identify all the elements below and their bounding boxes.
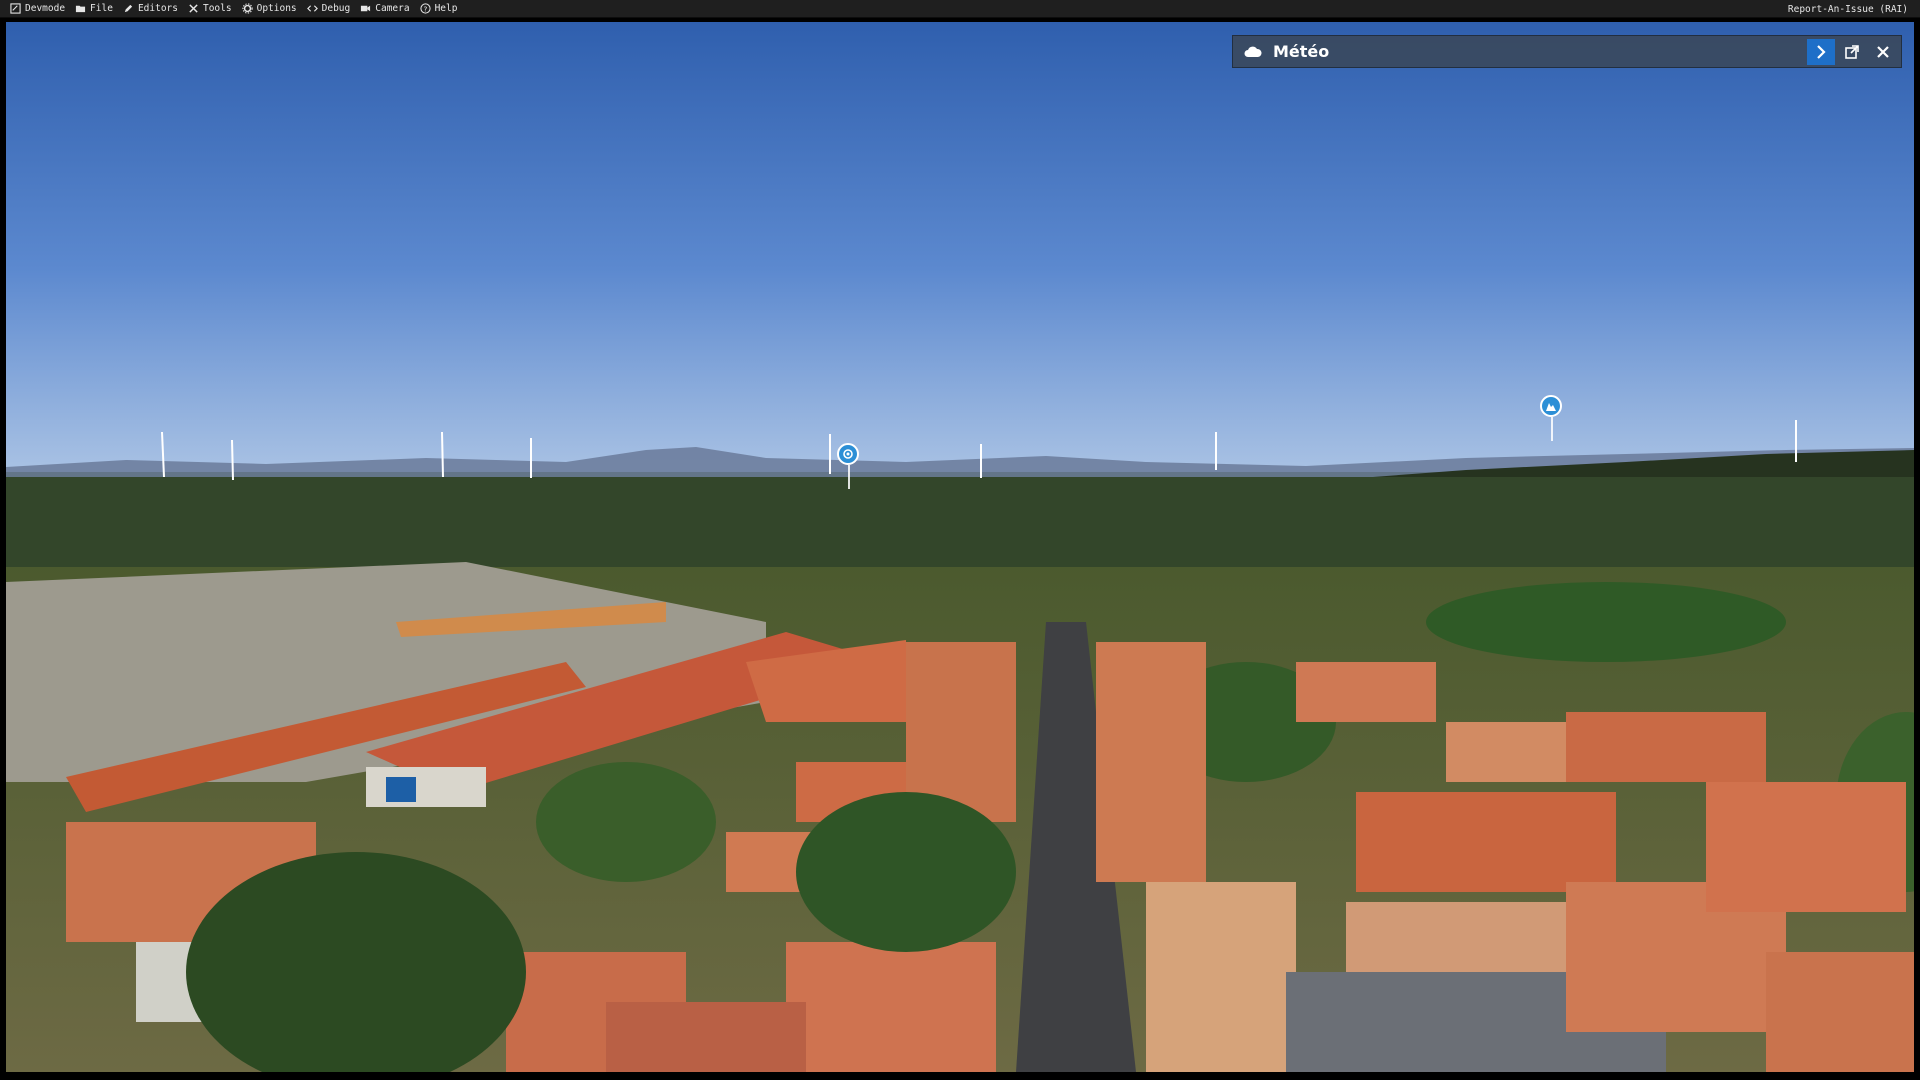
warehouse-wall [366,767,486,807]
dev-menu-bar: Devmode File Editors Tools Options Debug [0,0,1920,18]
landmark-poi-icon[interactable] [1540,395,1562,441]
gear-icon [241,3,253,14]
devmode-icon [10,3,21,14]
menu-editors[interactable]: Editors [119,0,184,18]
folder-icon [75,3,86,14]
menu-camera-label: Camera [375,3,410,14]
chevron-right-icon [1815,45,1827,59]
target-poi-icon[interactable] [837,443,859,489]
code-icon [306,3,318,14]
menu-camera[interactable]: Camera [356,0,415,18]
menu-file-label: File [90,3,113,14]
external-window-icon [1845,45,1859,59]
menu-help[interactable]: ? Help [416,0,464,18]
menu-help-label: Help [434,3,458,14]
svg-text:?: ? [423,4,427,13]
menu-devmode-label: Devmode [25,3,66,14]
expand-button[interactable] [1807,39,1835,65]
aerial-scene [6,22,1914,1072]
menu-file[interactable]: File [71,0,119,18]
close-button[interactable] [1869,39,1897,65]
weather-panel: Météo [1232,35,1902,68]
sky [6,22,1914,472]
menu-debug[interactable]: Debug [303,0,357,18]
menu-editors-label: Editors [137,3,178,14]
forest-band [6,477,1914,567]
popout-button[interactable] [1838,39,1866,65]
help-icon: ? [419,3,431,14]
menu-options[interactable]: Options [238,0,303,18]
camera-icon [360,3,371,14]
report-issue-link[interactable]: Report-An-Issue (RAI) [1788,0,1908,18]
menu-tools-label: Tools [202,3,232,14]
tools-icon [188,3,199,14]
close-icon [1876,45,1890,59]
menu-debug-label: Debug [321,3,351,14]
scene-viewport[interactable] [6,22,1914,1072]
cloud-icon [1243,44,1263,60]
menu-tools[interactable]: Tools [184,0,238,18]
warehouse-door [386,777,416,802]
menu-options-label: Options [256,3,297,14]
pencil-icon [123,3,134,14]
weather-panel-title: Météo [1273,42,1330,61]
menu-devmode[interactable]: Devmode [6,0,71,18]
report-issue-label: Report-An-Issue (RAI) [1787,3,1908,15]
